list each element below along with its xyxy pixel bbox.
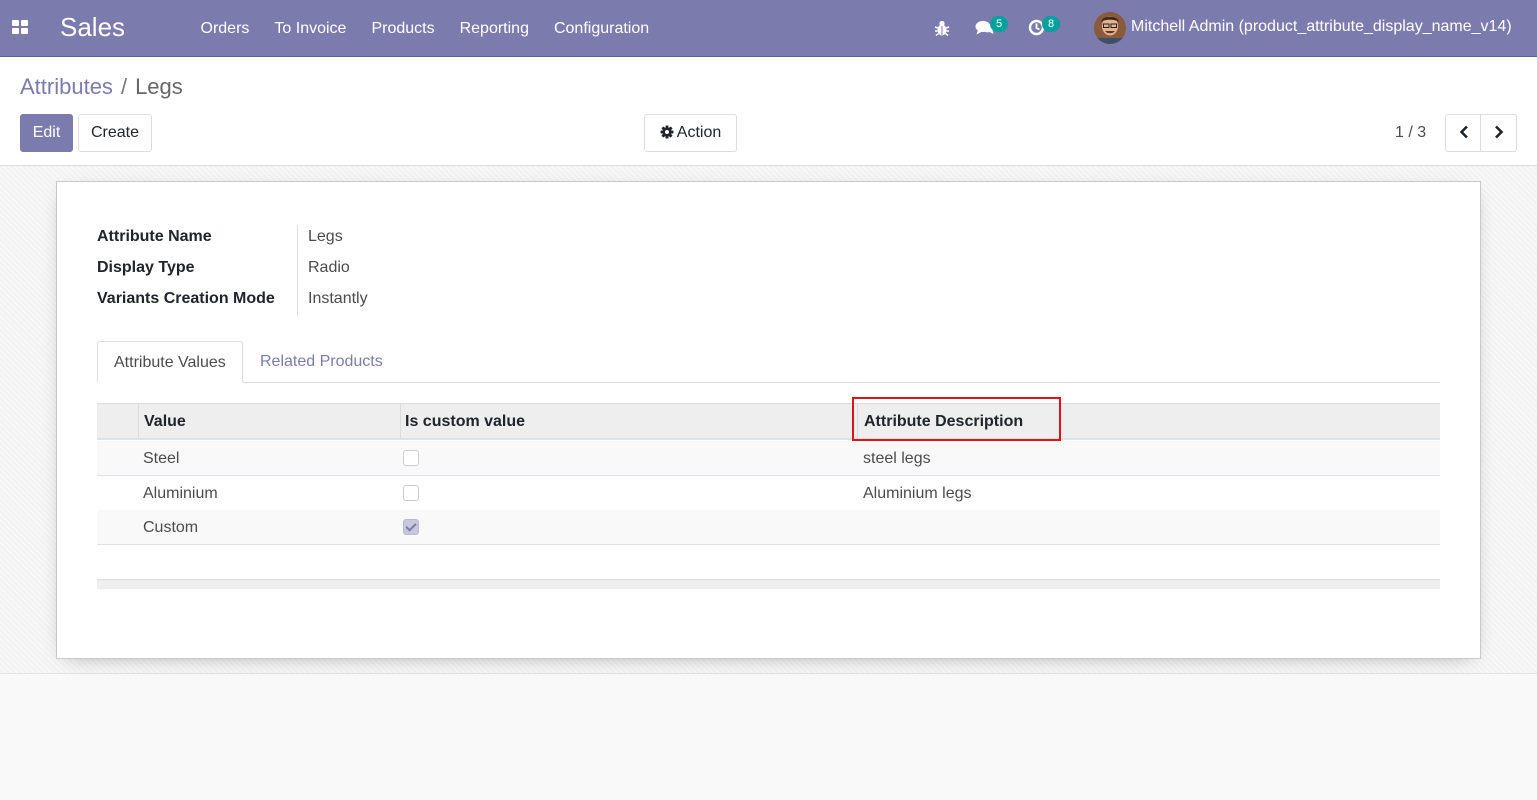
field-divider (297, 225, 298, 316)
table-footer (97, 579, 1440, 589)
debug-bug-icon[interactable] (934, 19, 950, 37)
chevron-left-icon (1459, 125, 1468, 139)
row-value: Steel (143, 450, 180, 467)
column-separator (138, 404, 139, 439)
breadcrumb-current: Legs (135, 74, 183, 99)
main-menu: Orders To Invoice Products Reporting Con… (188, 0, 662, 57)
display-type-value: Radio (308, 259, 350, 276)
is-custom-checkbox-checked[interactable] (403, 519, 419, 535)
highlight-annotation-box (852, 397, 1061, 441)
table-row[interactable]: Steel steel legs (97, 441, 1440, 476)
chevron-right-icon (1494, 125, 1503, 139)
breadcrumb-separator: / (120, 74, 128, 99)
column-header-value[interactable]: Value (144, 413, 186, 431)
attribute-name-label: Attribute Name (97, 228, 212, 245)
menu-reporting[interactable]: Reporting (447, 0, 541, 57)
table-header: Value Is custom value Attribute Descript… (97, 403, 1440, 440)
row-description: Aluminium legs (863, 485, 972, 502)
control-panel: Attributes / Legs Edit Create Action 1 /… (0, 58, 1537, 166)
row-value: Custom (143, 519, 199, 536)
apps-grid-icon[interactable] (12, 20, 28, 34)
breadcrumb-attributes-link[interactable]: Attributes (20, 74, 113, 100)
row-description: steel legs (863, 450, 931, 467)
action-button[interactable]: Action (644, 114, 737, 152)
tab-related-products[interactable]: Related Products (244, 341, 399, 383)
pager-previous-button[interactable] (1445, 114, 1482, 152)
breadcrumb: Attributes / Legs (20, 74, 183, 100)
edit-button[interactable]: Edit (20, 114, 73, 152)
table-row[interactable]: Aluminium Aluminium legs (97, 476, 1440, 511)
create-button[interactable]: Create (78, 114, 152, 152)
is-custom-checkbox[interactable] (403, 450, 419, 466)
messages-count-badge: 5 (990, 16, 1008, 32)
column-header-is-custom[interactable]: Is custom value (405, 413, 525, 431)
tab-attribute-values[interactable]: Attribute Values (97, 341, 243, 383)
activities-count-badge: 8 (1042, 16, 1060, 32)
attribute-name-value: Legs (308, 228, 343, 245)
app-name[interactable]: Sales (60, 12, 125, 43)
is-custom-checkbox[interactable] (403, 485, 419, 501)
action-button-label: Action (676, 124, 722, 141)
user-avatar[interactable] (1094, 12, 1126, 44)
menu-products[interactable]: Products (359, 0, 447, 57)
gear-icon (660, 125, 674, 139)
menu-configuration[interactable]: Configuration (541, 0, 661, 57)
display-type-label: Display Type (97, 259, 195, 276)
pager-value[interactable]: 1 / 3 (1395, 124, 1426, 142)
user-menu[interactable]: Mitchell Admin (product_attribute_displa… (1131, 18, 1512, 36)
table-row[interactable]: Custom (97, 510, 1440, 545)
menu-orders[interactable]: Orders (188, 0, 262, 57)
column-separator (400, 404, 401, 439)
row-value: Aluminium (143, 485, 218, 502)
pager-next-button[interactable] (1480, 114, 1517, 152)
variants-creation-mode-value: Instantly (308, 290, 368, 307)
top-navbar: Sales Orders To Invoice Products Reporti… (0, 0, 1537, 57)
variants-creation-mode-label: Variants Creation Mode (97, 290, 275, 307)
menu-to-invoice[interactable]: To Invoice (262, 0, 359, 57)
